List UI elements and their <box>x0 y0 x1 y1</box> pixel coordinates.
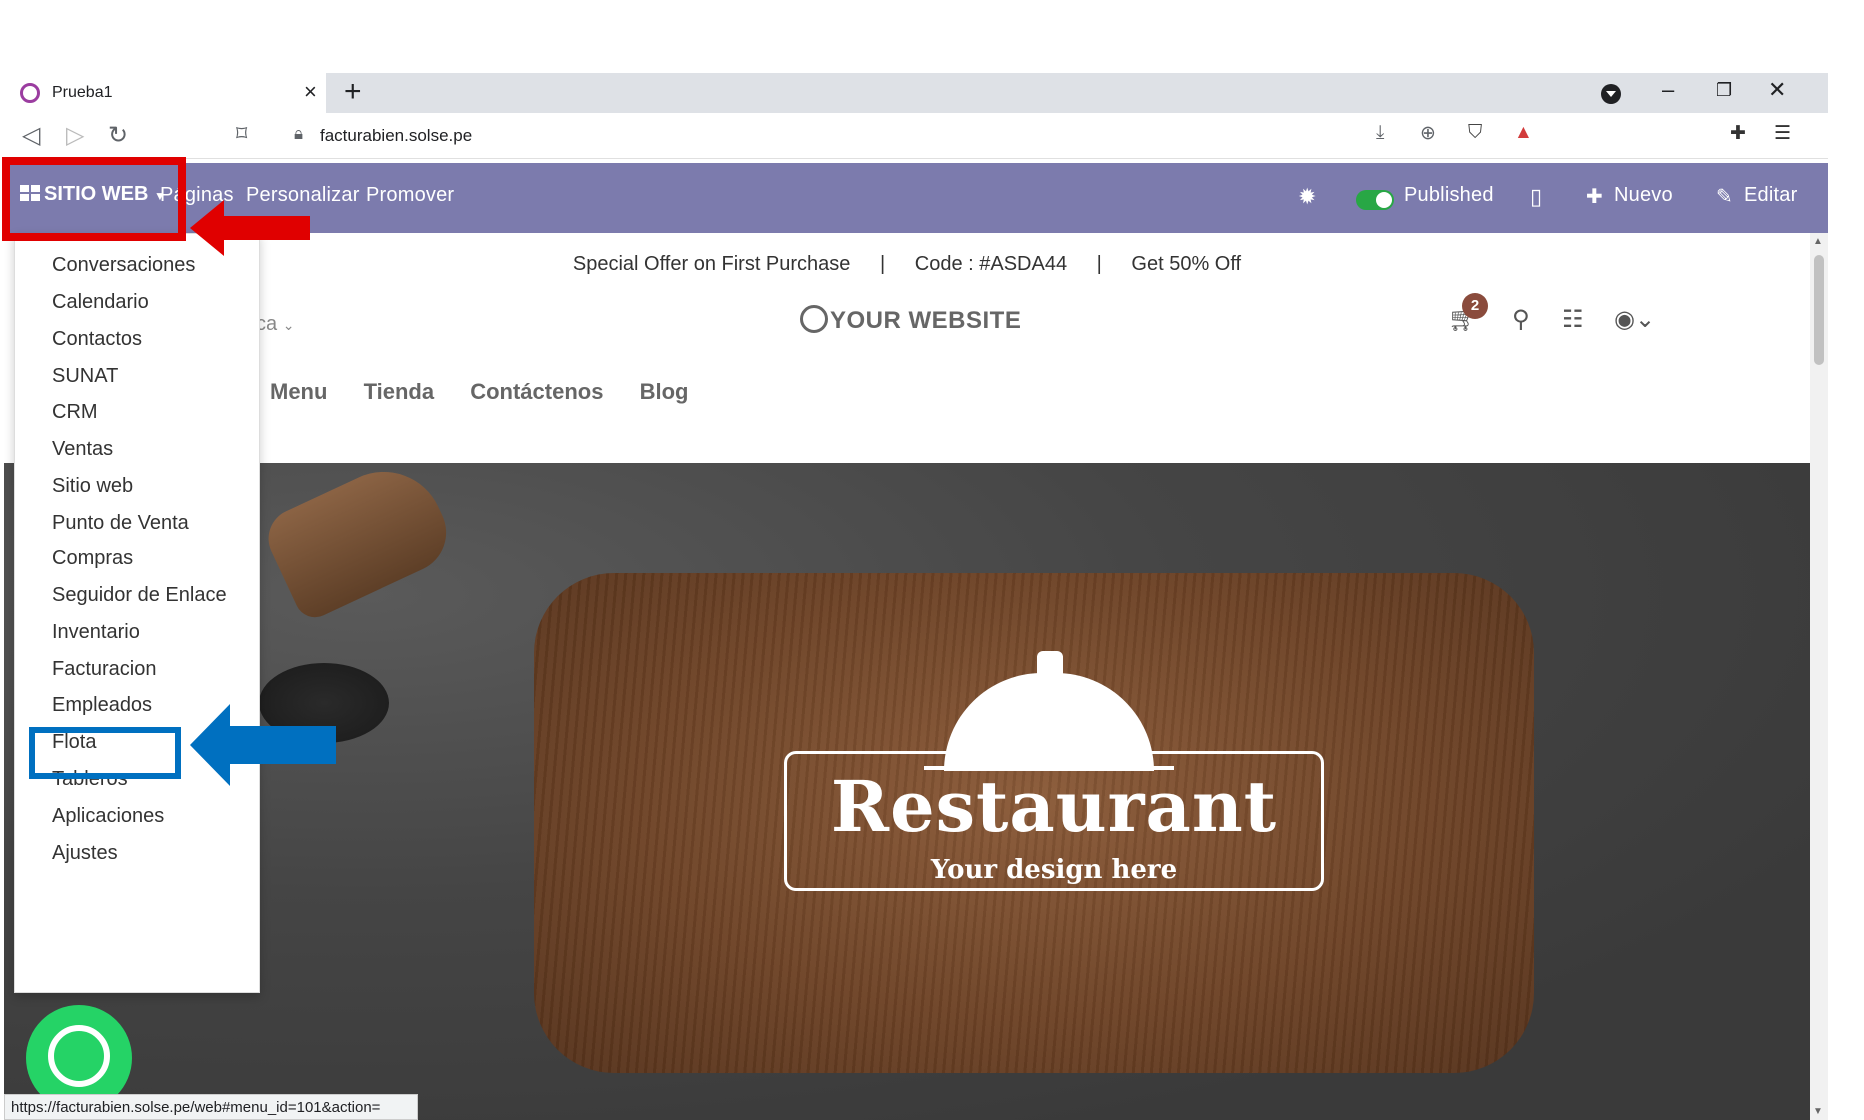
promo-discount: Get 50% Off <box>1131 253 1242 275</box>
opera-favicon-icon <box>20 83 40 103</box>
menu-item-contactos[interactable]: Contactos <box>52 328 142 351</box>
reload-icon[interactable]: ↻ <box>108 121 128 150</box>
url-text[interactable]: facturabien.solse.pe <box>320 126 472 146</box>
promo-separator: | <box>879 253 886 275</box>
menu-icon[interactable]: ☰ <box>1774 122 1791 145</box>
close-window-button[interactable]: ✕ <box>1768 77 1786 103</box>
scroll-thumb[interactable] <box>1814 255 1824 365</box>
mobile-preview-icon[interactable]: ▯ <box>1530 184 1542 210</box>
nav-blog[interactable]: Blog <box>640 379 689 404</box>
site-logo[interactable]: YOUR WEBSITE <box>800 305 1021 335</box>
tab-search-icon[interactable] <box>1601 84 1621 104</box>
status-bar-url: https://facturabien.solse.pe/web#menu_id… <box>4 1094 418 1120</box>
install-icon[interactable]: ⤓ <box>1376 122 1384 144</box>
tab-close-icon[interactable]: × <box>304 79 317 105</box>
tab-bar: Prueba1 × + – ❐ ✕ <box>4 73 1828 113</box>
annotation-blue-arrow <box>190 704 336 786</box>
menu-item-ajustes[interactable]: Ajustes <box>52 842 118 865</box>
menu-item-conversaciones[interactable]: Conversaciones <box>52 254 195 277</box>
page-scrollbar[interactable]: ▲ ▼ <box>1810 233 1828 1120</box>
brave-shield-icon[interactable]: ⛉ <box>1468 122 1482 144</box>
new-tab-button[interactable]: + <box>344 75 362 109</box>
language-selector[interactable]: ca ⌄ <box>256 313 294 336</box>
nav-contactenos[interactable]: Contáctenos <box>470 379 603 404</box>
menu-item-inventario[interactable]: Inventario <box>52 621 140 644</box>
user-account-icon[interactable]: ◉⌄ <box>1614 305 1655 334</box>
menu-item-sunat[interactable]: SUNAT <box>52 365 118 388</box>
scroll-up-icon[interactable]: ▲ <box>1813 236 1823 247</box>
publish-toggle[interactable] <box>1356 190 1394 210</box>
menu-item-crm[interactable]: CRM <box>52 401 98 424</box>
screenshot-scene: Prueba1 × + – ❐ ✕ ◁ ▷ ↻ ⌑ 🔒︎ facturabien… <box>0 0 1864 1120</box>
address-bar-row: ◁ ▷ ↻ ⌑ 🔒︎ facturabien.solse.pe ⤓ ⊕ ⛉ ▲ … <box>4 113 1828 159</box>
new-button[interactable]: Nuevo <box>1614 184 1673 207</box>
cloche-knob <box>1037 651 1063 675</box>
edit-button[interactable]: Editar <box>1744 184 1797 207</box>
menu-item-compras[interactable]: Compras <box>52 547 133 570</box>
website-page: Special Offer on First Purchase | Code :… <box>4 233 1810 1120</box>
hero-banner: Restaurant Your design here <box>4 463 1810 1120</box>
edit-pencil-icon: ✎ <box>1716 186 1733 208</box>
nav-tienda[interactable]: Tienda <box>364 379 435 404</box>
apps-dropdown-menu: Conversaciones Calendario Contactos SUNA… <box>14 233 260 993</box>
address-bar[interactable]: 🔒︎ facturabien.solse.pe <box>284 117 1564 153</box>
lock-icon: 🔒︎ <box>294 124 304 143</box>
menu-item-aplicaciones[interactable]: Aplicaciones <box>52 805 164 828</box>
site-navigation: Menu Tienda Contáctenos Blog <box>270 379 718 405</box>
menu-item-calendario[interactable]: Calendario <box>52 291 149 314</box>
promo-offer: Special Offer on First Purchase <box>572 253 851 275</box>
annotation-red-arrow <box>190 200 310 256</box>
tab-title: Prueba1 <box>52 84 113 101</box>
menu-item-punto-de-venta[interactable]: Punto de Venta <box>52 512 189 535</box>
restore-button[interactable]: ❐ <box>1716 80 1732 101</box>
menu-item-facturacion[interactable]: Facturacion <box>52 658 157 681</box>
forward-icon[interactable]: ▷ <box>66 121 84 150</box>
logo-text: YOUR WEBSITE <box>830 307 1022 334</box>
rewards-icon[interactable]: ▲ <box>1514 122 1533 144</box>
back-icon[interactable]: ◁ <box>22 121 40 150</box>
bookmark-icon[interactable]: ⌑ <box>236 121 247 147</box>
minimize-button[interactable]: – <box>1662 77 1674 103</box>
menu-item-empleados[interactable]: Empleados <box>52 694 152 717</box>
promo-banner: Special Offer on First Purchase | Code :… <box>4 253 1810 276</box>
annotation-red-highlight <box>2 157 186 241</box>
zoom-icon[interactable]: ⊕ <box>1420 122 1436 145</box>
menu-item-sitio-web[interactable]: Sitio web <box>52 475 133 498</box>
globe-icon <box>800 305 828 333</box>
cart-count-badge: 2 <box>1462 293 1488 319</box>
menu-promover[interactable]: Promover <box>366 184 454 207</box>
nav-menu[interactable]: Menu <box>270 379 327 404</box>
extensions-icon[interactable]: ✚ <box>1730 122 1746 145</box>
debug-bug-icon[interactable]: ✹ <box>1298 184 1317 210</box>
pepper-grinder-image <box>258 463 460 624</box>
chevron-down-icon: ⌄ <box>282 317 295 333</box>
filter-icon[interactable]: ☷ <box>1562 305 1584 334</box>
menu-item-ventas[interactable]: Ventas <box>52 438 113 461</box>
scroll-down-icon[interactable]: ▼ <box>1813 1106 1823 1117</box>
browser-tab[interactable]: Prueba1 × <box>4 73 326 113</box>
promo-separator: | <box>1096 253 1102 275</box>
hero-subtitle: Your design here <box>930 855 1178 885</box>
whatsapp-icon <box>48 1025 110 1087</box>
menu-item-seguidor[interactable]: Seguidor de Enlace <box>52 584 227 607</box>
new-plus-icon: ✚ <box>1586 186 1603 208</box>
published-label[interactable]: Published <box>1404 184 1494 207</box>
search-icon[interactable]: ⚲ <box>1512 305 1530 334</box>
annotation-blue-highlight <box>29 727 181 779</box>
hero-title: Restaurant <box>830 765 1278 848</box>
promo-code: Code : #ASDA44 <box>914 253 1068 275</box>
